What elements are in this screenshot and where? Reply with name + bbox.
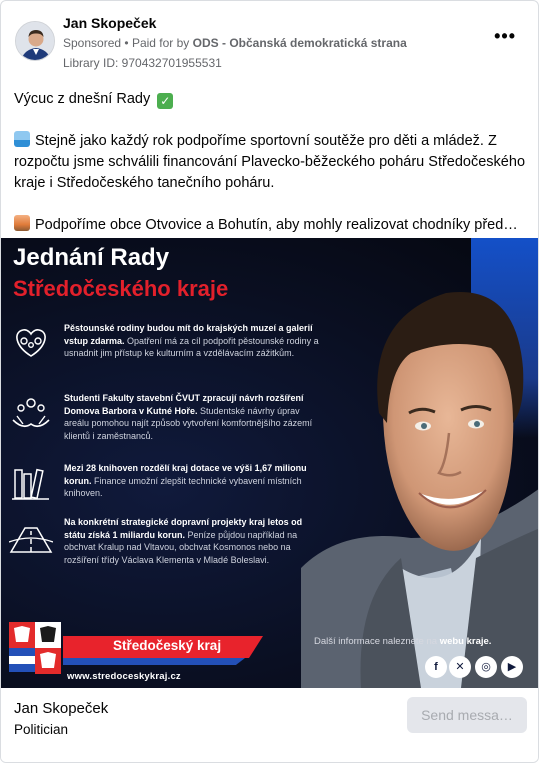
post-text-line2: Stejně jako každý rok podpoříme sportovn… <box>14 133 526 191</box>
region-blue-stripe <box>63 658 245 665</box>
post-paragraph-3: Podpoříme obce Otvovice a Bohutín, aby m… <box>14 215 526 236</box>
banner-item-text-2: Studenti Fakulty stavební ČVUT zpracují … <box>64 393 313 441</box>
helping-hands-icon <box>12 398 50 428</box>
more-info-text: Další informace naleznete na webu kraje. <box>314 636 491 647</box>
sponsored-line: Sponsored • Paid for by ODS - Občanská d… <box>63 36 407 50</box>
library-id: Library ID: 970432701955531 <box>63 56 222 70</box>
sponsored-label: Sponsored <box>63 36 122 50</box>
road-icon <box>9 527 53 553</box>
payer-name[interactable]: ODS - Občanská demokratická strana <box>193 36 407 50</box>
portrait-photo <box>301 291 538 688</box>
checkmark-emoji-icon: ✓ <box>157 93 174 109</box>
banner-item-text-4: Na konkrétní strategické dopravní projek… <box>64 517 303 565</box>
avatar[interactable] <box>15 21 55 61</box>
swimmer-emoji-icon <box>14 131 30 147</box>
family-heart-icon <box>16 329 46 357</box>
region-url: www.stredoceskykraj.cz <box>67 671 181 682</box>
banner-item-text-1: Pěstounské rodiny budou mít do krajských… <box>64 323 319 358</box>
more-options-icon[interactable]: ••• <box>494 27 516 45</box>
banner-item-text-3: Mezi 28 knihoven rozdělí kraj dotace ve … <box>64 463 307 498</box>
meta-separator: • <box>124 36 132 50</box>
paid-by-prefix: Paid for by <box>131 36 190 50</box>
author-name[interactable]: Jan Skopeček <box>63 15 156 31</box>
region-coat-of-arms-icon <box>9 622 61 674</box>
send-message-button[interactable]: Send messa… <box>407 697 527 733</box>
footer-page-name[interactable]: Jan Skopeček <box>14 700 108 717</box>
x-icon: ✕ <box>449 656 471 678</box>
banner-title-line1: Jednání Rady <box>13 244 170 271</box>
banner-title-line2: Středočeského kraje <box>13 276 229 301</box>
post-text-line1: Výcuc z dnešní Rady <box>14 91 151 107</box>
post-text-line3: Podpoříme obce Otvovice a Bohutín, aby m… <box>35 217 518 233</box>
facebook-icon: f <box>425 656 447 678</box>
more-info-prefix: Další informace naleznete na <box>314 636 438 647</box>
post-paragraph-1: Výcuc z dnešní Rady ✓ <box>14 89 526 110</box>
houses-emoji-icon <box>14 215 30 231</box>
more-info-link: webu kraje. <box>439 636 492 647</box>
instagram-icon: ◎ <box>475 656 497 678</box>
post-header: Jan Skopeček Sponsored • Paid for by ODS… <box>13 13 526 73</box>
post-paragraph-2: Stejně jako každý rok podpoříme sportovn… <box>14 131 526 194</box>
region-name: Středočeský kraj <box>113 638 222 653</box>
post-text: Výcuc z dnešní Rady ✓ Stejně jako každý … <box>14 89 526 257</box>
footer-page-category: Politician <box>14 722 69 737</box>
ad-image[interactable]: Jednání Rady Středočeského kraje Pěstoun… <box>1 238 538 688</box>
ad-footer: Jan Skopeček Politician Send messa… <box>1 688 538 762</box>
youtube-icon: ▶ <box>501 656 523 678</box>
ad-card: Jan Skopeček Sponsored • Paid for by ODS… <box>0 0 539 763</box>
books-icon <box>12 468 49 500</box>
